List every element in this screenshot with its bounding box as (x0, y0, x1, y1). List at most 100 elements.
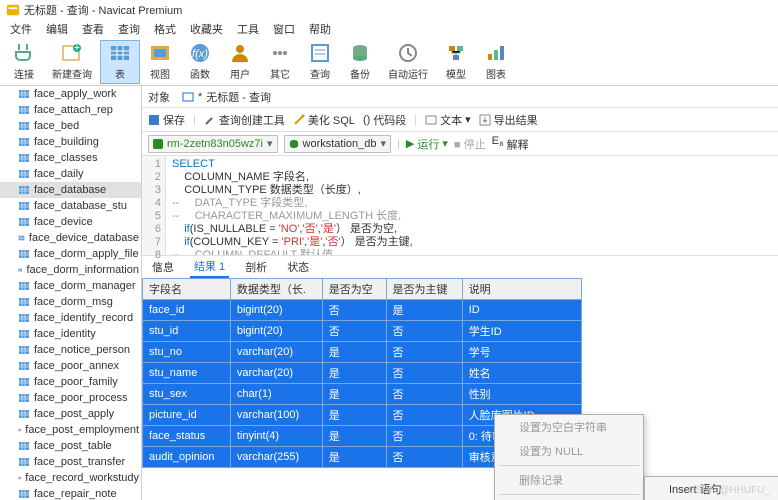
table-face_poor_process[interactable]: face_poor_process (0, 390, 141, 406)
server-select[interactable]: rm-2zetn83n05wz7i▾ (148, 135, 278, 153)
snippet-button[interactable]: ()代码段 (363, 112, 406, 128)
toolbar-view[interactable]: 视图 (140, 40, 180, 84)
menu-查询[interactable]: 查询 (112, 19, 146, 39)
toolbar-auto[interactable]: 自动运行 (380, 40, 436, 84)
table-icon (18, 360, 30, 372)
col-header[interactable]: 字段名 (143, 279, 231, 300)
ctx-设置为空白字符串: 设置为空白字符串 (495, 415, 643, 439)
explain-button[interactable]: E⁸ 解释 (492, 135, 529, 153)
table-face_dorm_manager[interactable]: face_dorm_manager (0, 278, 141, 294)
table-face_attach_rep[interactable]: face_attach_rep (0, 102, 141, 118)
table-face_classes[interactable]: face_classes (0, 150, 141, 166)
result-grid[interactable]: 字段名数据类型（长.是否为空是否为主键说明face_idbigint(20)否是… (142, 278, 778, 468)
backup-icon (349, 42, 371, 64)
table-icon (18, 120, 30, 132)
server-icon (153, 139, 163, 149)
table-face_notice_person[interactable]: face_notice_person (0, 342, 141, 358)
wrench-icon (204, 114, 216, 126)
table-icon (18, 104, 30, 116)
toolbar-fx[interactable]: f(x)函数 (180, 40, 220, 84)
table-row[interactable]: stu_idbigint(20)否否学生ID (143, 321, 582, 342)
table-face_dorm_msg[interactable]: face_dorm_msg (0, 294, 141, 310)
text-button[interactable]: 文本▾ (425, 112, 471, 128)
sql-editor[interactable]: 123456789 SELECT COLUMN_NAME 字段名, COLUMN… (142, 156, 778, 256)
schema-select[interactable]: workstation_db▾ (284, 135, 392, 153)
table-icon (18, 472, 21, 484)
beautify-button[interactable]: 美化 SQL (293, 112, 355, 128)
table-face_database_stu[interactable]: face_database_stu (0, 198, 141, 214)
toolbar-newq[interactable]: +新建查询 (44, 40, 100, 84)
ctx-设置为 NULL: 设置为 NULL (495, 439, 643, 463)
table-face_poor_family[interactable]: face_poor_family (0, 374, 141, 390)
table-icon (18, 456, 30, 468)
context-menu-main[interactable]: 设置为空白字符串设置为 NULL删除记录复制复制为▸粘贴显示▸ (494, 414, 644, 500)
other-icon (269, 42, 291, 64)
toolbar-user[interactable]: 用户 (220, 40, 260, 84)
line-gutter: 123456789 (142, 156, 166, 255)
table-row[interactable]: stu_namevarchar(20)是否姓名 (143, 363, 582, 384)
menu-编辑[interactable]: 编辑 (40, 19, 74, 39)
sidebar-tables[interactable]: face_apply_workface_attach_repface_bedfa… (0, 86, 142, 500)
table-face_building[interactable]: face_building (0, 134, 141, 150)
table-face_post_transfer[interactable]: face_post_transfer (0, 454, 141, 470)
sql-text[interactable]: SELECT COLUMN_NAME 字段名, COLUMN_TYPE 数据类型… (166, 156, 778, 255)
table-icon (18, 408, 30, 420)
table-face_device_database[interactable]: face_device_database (0, 230, 141, 246)
table-face_record_workstudy[interactable]: face_record_workstudy (0, 470, 141, 486)
table-face_dorm_apply_file[interactable]: face_dorm_apply_file (0, 246, 141, 262)
table-icon (18, 168, 30, 180)
tab-status[interactable]: 状态 (283, 257, 313, 277)
table-face_identity[interactable]: face_identity (0, 326, 141, 342)
run-button[interactable]: ▶ 运行▾ (406, 136, 448, 152)
toolbar-chart[interactable]: 图表 (476, 40, 516, 84)
menu-帮助[interactable]: 帮助 (303, 19, 337, 39)
toolbar-query[interactable]: 查询 (300, 40, 340, 84)
table-face_apply_work[interactable]: face_apply_work (0, 86, 141, 102)
toolbar-backup[interactable]: 备份 (340, 40, 380, 84)
tab-objects[interactable]: 对象 (148, 89, 170, 105)
save-icon (148, 114, 160, 126)
menu-查看[interactable]: 查看 (76, 19, 110, 39)
tab-query[interactable]: *无标题 - 查询 (182, 89, 271, 105)
toolbar-other[interactable]: 其它 (260, 40, 300, 84)
fx-icon: f(x) (189, 42, 211, 64)
table-face_identify_record[interactable]: face_identify_record (0, 310, 141, 326)
toolbar-plug[interactable]: 连接 (4, 40, 44, 84)
table-face_database[interactable]: face_database (0, 182, 141, 198)
menu-格式[interactable]: 格式 (148, 19, 182, 39)
col-header[interactable]: 是否为空 (322, 279, 386, 300)
table-row[interactable]: stu_sexchar(1)是否性别 (143, 384, 582, 405)
result-tabs: 信息 结果 1 剖析 状态 (142, 256, 778, 278)
menu-收藏夹[interactable]: 收藏夹 (184, 19, 229, 39)
menu-工具[interactable]: 工具 (231, 19, 265, 39)
app-icon (6, 3, 20, 17)
table-face_repair_note[interactable]: face_repair_note (0, 486, 141, 500)
tab-info[interactable]: 信息 (148, 257, 178, 277)
menu-文件[interactable]: 文件 (4, 19, 38, 39)
table-face_bed[interactable]: face_bed (0, 118, 141, 134)
toolbar-model[interactable]: 模型 (436, 40, 476, 84)
table-face_post_table[interactable]: face_post_table (0, 438, 141, 454)
table-face_dorm_information[interactable]: face_dorm_information (0, 262, 141, 278)
query-tool-button[interactable]: 查询创建工具 (204, 112, 285, 128)
table-face_poor_annex[interactable]: face_poor_annex (0, 358, 141, 374)
auto-icon (397, 42, 419, 64)
table-row[interactable]: stu_novarchar(20)是否学号 (143, 342, 582, 363)
table-icon (18, 376, 30, 388)
table-face_daily[interactable]: face_daily (0, 166, 141, 182)
export-button[interactable]: 导出结果 (479, 112, 538, 128)
tab-result1[interactable]: 结果 1 (190, 256, 229, 278)
table-face_post_employment[interactable]: face_post_employment (0, 422, 141, 438)
table-row[interactable]: face_idbigint(20)否是ID (143, 300, 582, 321)
save-button[interactable]: 保存 (148, 112, 185, 128)
col-header[interactable]: 说明 (462, 279, 581, 300)
menu-窗口[interactable]: 窗口 (267, 19, 301, 39)
col-header[interactable]: 数据类型（长. (230, 279, 322, 300)
toolbar-table[interactable]: 表 (100, 40, 140, 84)
table-icon (18, 312, 30, 324)
table-icon (18, 200, 30, 212)
table-face_post_apply[interactable]: face_post_apply (0, 406, 141, 422)
tab-plan[interactable]: 剖析 (241, 257, 271, 277)
col-header[interactable]: 是否为主键 (386, 279, 462, 300)
table-face_device[interactable]: face_device (0, 214, 141, 230)
